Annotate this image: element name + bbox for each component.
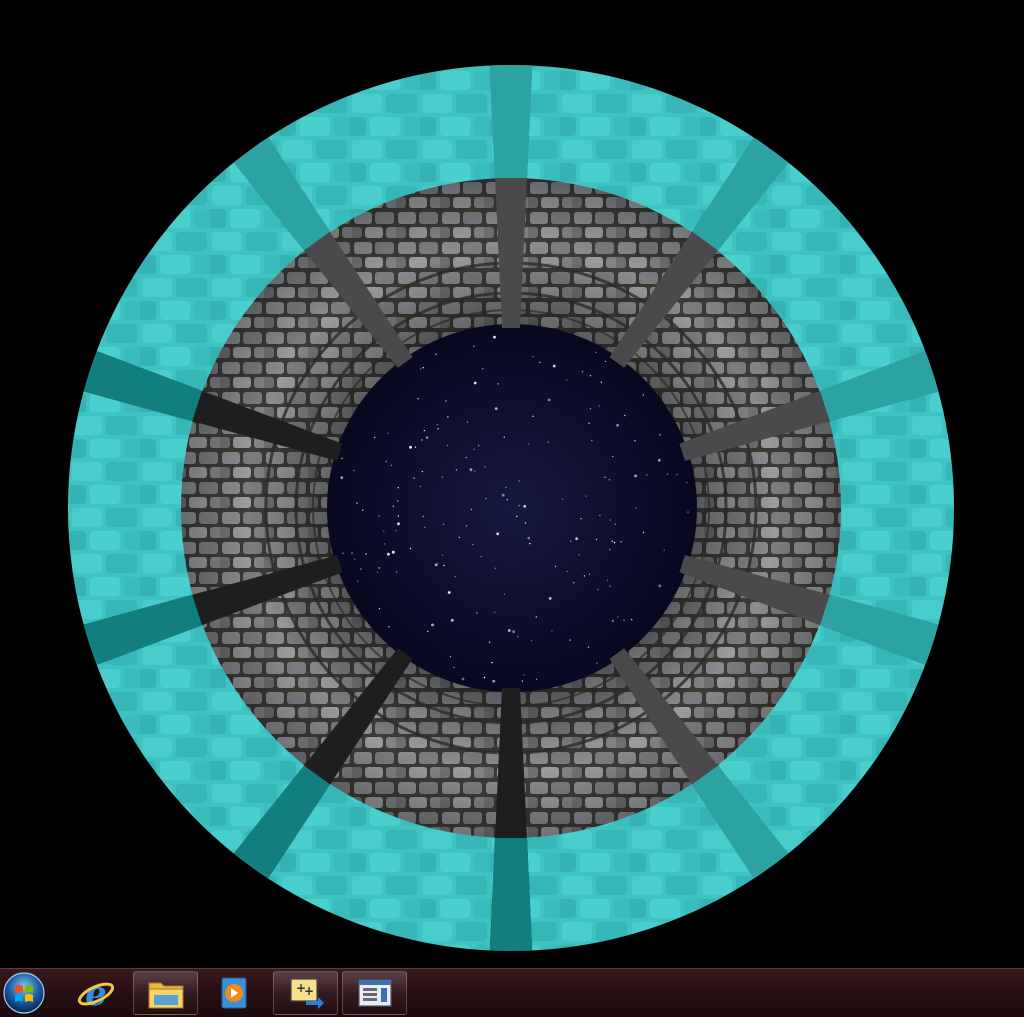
taskbar-item-internet-explorer[interactable]: e <box>68 971 124 1015</box>
window-app-icon <box>357 979 392 1007</box>
media-player-icon <box>221 977 247 1009</box>
start-button[interactable] <box>0 971 48 1015</box>
windows-start-orb-icon <box>3 972 45 1014</box>
pillar-outer-segment <box>489 65 533 178</box>
taskbar-item-image-editor[interactable]: + + <box>273 971 338 1015</box>
pillar-outer-segment <box>489 838 533 951</box>
taskbar-item-media-player[interactable] <box>206 971 262 1015</box>
svg-text:e: e <box>85 974 107 1013</box>
taskbar-item-explorer[interactable] <box>133 971 198 1015</box>
svg-text:+: + <box>304 984 314 998</box>
game-viewport[interactable] <box>0 0 1024 968</box>
taskbar-item-app-window[interactable] <box>342 971 407 1015</box>
well-scene <box>68 65 954 951</box>
taskbar: e + + <box>0 968 1024 1017</box>
folder-icon <box>148 982 183 1009</box>
sky-opening <box>327 324 697 692</box>
internet-explorer-icon: e <box>77 974 115 1013</box>
image-editor-icon: + + <box>289 978 324 1009</box>
